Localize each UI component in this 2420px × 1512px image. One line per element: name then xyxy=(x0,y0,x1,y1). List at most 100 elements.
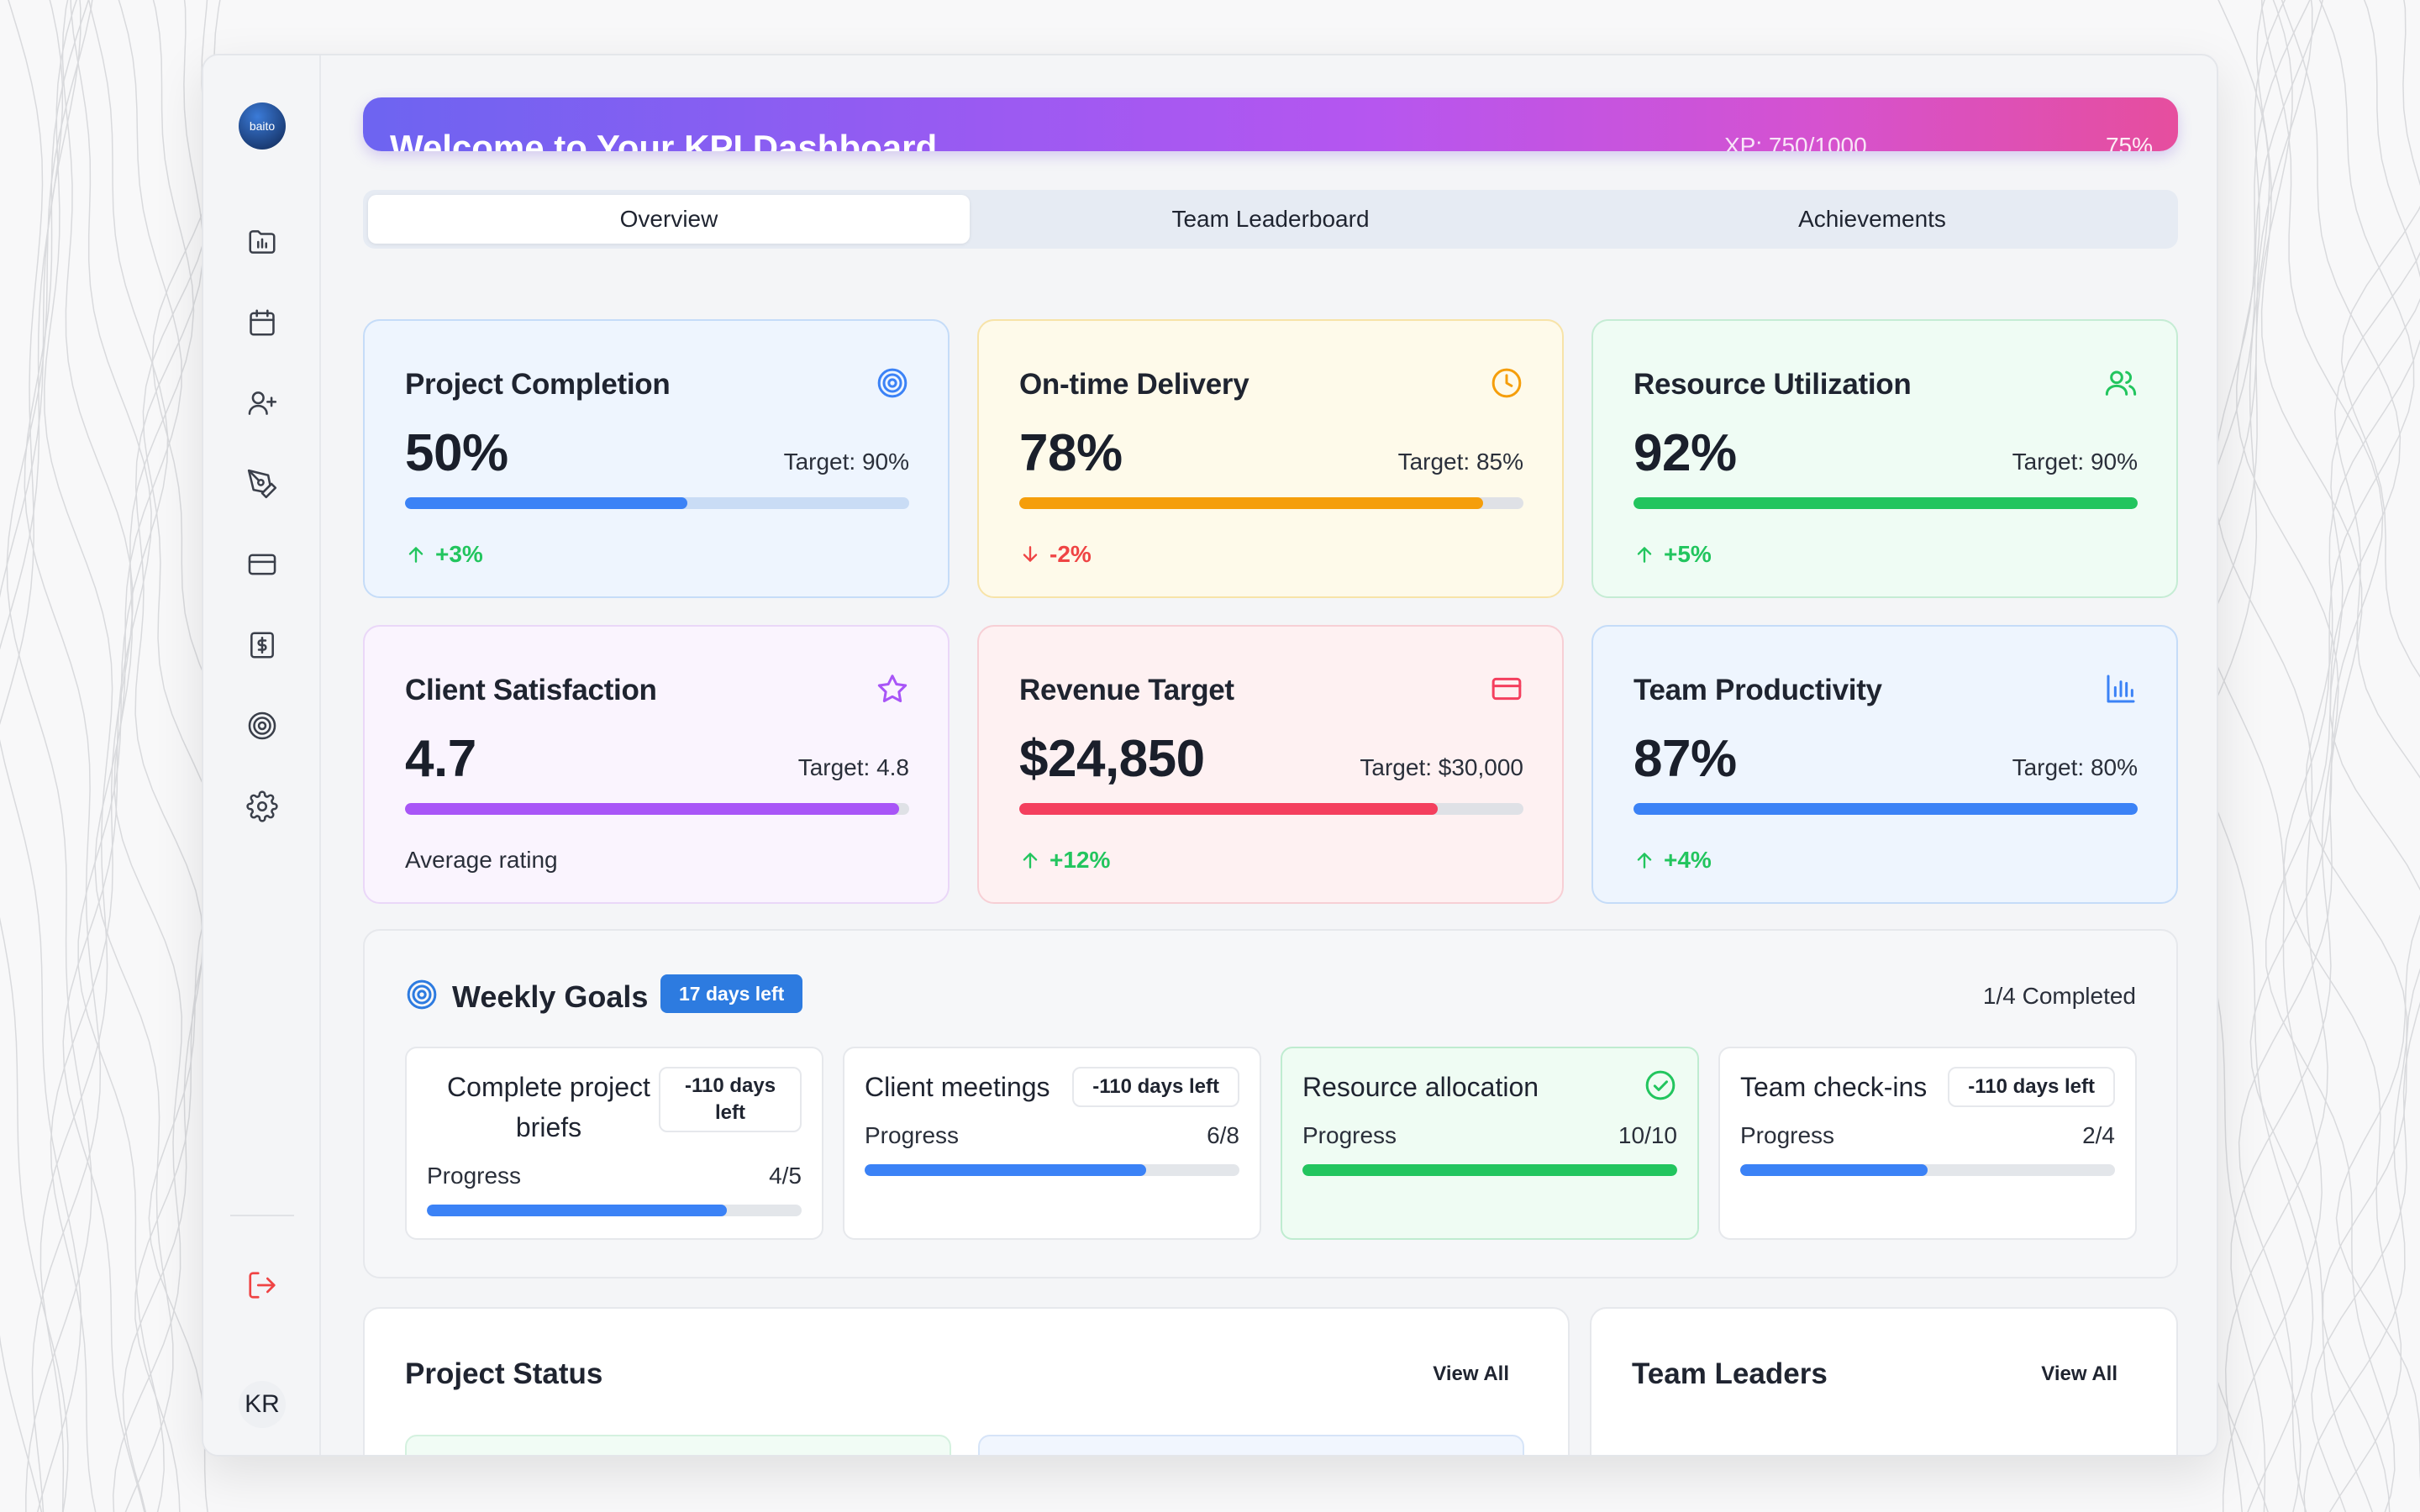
team-leaders-title: Team Leaders xyxy=(1632,1357,1828,1390)
goal-card-complete-project-briefs[interactable]: Complete project briefs -110 days left P… xyxy=(405,1047,823,1240)
tab-achievements[interactable]: Achievements xyxy=(1571,195,2173,244)
goal-progress-fill xyxy=(427,1205,727,1216)
bar-chart-icon xyxy=(2104,672,2138,706)
welcome-banner: Welcome to Your KPI Dashboard XP: 750/10… xyxy=(363,97,2178,151)
kpi-progress-fill xyxy=(1634,497,2138,509)
xp-percent: 75% xyxy=(2105,133,2153,151)
kpi-trend: +12% xyxy=(1019,847,1110,874)
kpi-progress-bar xyxy=(1019,497,1523,509)
pen-tool-icon[interactable] xyxy=(245,467,279,501)
goal-progress-value: 10/10 xyxy=(1618,1122,1677,1148)
goal-days-left-badge: -110 days left xyxy=(659,1067,802,1132)
contour-line xyxy=(77,0,169,1512)
tab-overview[interactable]: Overview xyxy=(368,195,970,244)
kpi-card-on-time-delivery[interactable]: On-time Delivery 78% Target: 85% -2% xyxy=(977,319,1564,598)
kpi-card-project-completion[interactable]: Project Completion 50% Target: 90% +3% xyxy=(363,319,950,598)
arrow-up-icon xyxy=(1634,849,1655,871)
contour-line xyxy=(2230,0,2339,1512)
kpi-value: 50% xyxy=(405,424,508,482)
kpi-trend: -2% xyxy=(1019,541,1092,568)
kpi-progress-fill xyxy=(1634,803,2138,815)
kpi-value: 92% xyxy=(1634,424,1737,482)
kpi-title: Project Completion xyxy=(405,368,671,401)
credit-card-icon[interactable] xyxy=(245,548,279,581)
app-logo[interactable]: baito xyxy=(239,102,286,150)
goal-progress-label: Progress xyxy=(427,1163,522,1189)
kpi-progress-bar xyxy=(405,497,909,509)
goal-progress-label: Progress xyxy=(1740,1122,1835,1148)
team-leaders-view-all-link[interactable]: View All xyxy=(2041,1362,2118,1386)
kpi-target: Target: 80% xyxy=(2012,754,2138,780)
goal-card-team-check-ins[interactable]: Team check-ins -110 days left Progress 2… xyxy=(1718,1047,2137,1240)
project-status-panel: Project Status View All xyxy=(363,1307,1570,1455)
add-user-icon[interactable] xyxy=(245,386,279,420)
goal-days-left-badge: -110 days left xyxy=(1948,1067,2115,1107)
kpi-card-team-productivity[interactable]: Team Productivity 87% Target: 80% +4% xyxy=(1591,625,2178,904)
goal-progress-fill xyxy=(1302,1164,1677,1176)
goal-progress-fill xyxy=(865,1164,1146,1176)
contour-line xyxy=(50,0,134,1512)
goals-completed-count: 1/4 Completed xyxy=(1982,983,2136,1009)
goal-progress-bar xyxy=(1302,1164,1677,1176)
goal-progress-value: 6/8 xyxy=(1207,1122,1239,1148)
kpi-trend-value: +4% xyxy=(1664,847,1712,873)
goal-card-resource-allocation[interactable]: Resource allocation Progress 10/10 xyxy=(1281,1047,1699,1240)
settings-gear-icon[interactable] xyxy=(245,790,279,823)
clock-icon xyxy=(1490,366,1523,400)
kpi-card-revenue-target[interactable]: Revenue Target $24,850 Target: $30,000 +… xyxy=(977,625,1564,904)
weekly-goals-title: Weekly Goals xyxy=(452,979,649,1014)
calendar-icon[interactable] xyxy=(245,306,279,339)
goal-progress-fill xyxy=(1740,1164,1928,1176)
logout-icon[interactable] xyxy=(245,1268,279,1302)
arrow-up-icon xyxy=(1634,543,1655,565)
app-window: baito KR Welcome to Your KPI Dashboard X… xyxy=(202,54,2218,1457)
users-icon xyxy=(2104,366,2138,400)
star-icon xyxy=(876,672,909,706)
kpi-value: 87% xyxy=(1634,730,1737,788)
goal-progress-bar xyxy=(1740,1164,2115,1176)
goal-progress-value: 4/5 xyxy=(769,1163,802,1189)
user-avatar[interactable]: KR xyxy=(239,1381,286,1428)
goal-progress-label: Progress xyxy=(1302,1122,1397,1148)
check-circle-icon xyxy=(1645,1070,1676,1100)
goal-card-client-meetings[interactable]: Client meetings -110 days left Progress … xyxy=(843,1047,1261,1240)
weekly-goals-panel: Weekly Goals 17 days left 1/4 Completed … xyxy=(363,929,2178,1278)
kpi-target: Target: 90% xyxy=(2012,449,2138,475)
kpi-trend-value: +12% xyxy=(1050,847,1111,873)
project-status-title: Project Status xyxy=(405,1357,603,1390)
arrow-down-icon xyxy=(1019,543,1041,565)
kpi-card-resource-utilization[interactable]: Resource Utilization 92% Target: 90% +5% xyxy=(1591,319,2178,598)
projects-folder-icon[interactable] xyxy=(245,225,279,259)
kpi-title: Resource Utilization xyxy=(1634,368,1912,401)
kpi-value: 4.7 xyxy=(405,730,476,788)
contour-line xyxy=(2335,205,2420,1482)
project-card[interactable] xyxy=(405,1435,951,1455)
kpi-target: Target: 90% xyxy=(783,449,909,475)
kpi-progress-bar xyxy=(1019,803,1523,815)
project-card[interactable] xyxy=(978,1435,1524,1455)
goal-days-left-badge: -110 days left xyxy=(1072,1067,1239,1107)
kpi-trend-value: +5% xyxy=(1664,541,1712,567)
kpi-title: Team Productivity xyxy=(1634,674,1882,706)
kpi-note: Average rating xyxy=(405,847,558,873)
goal-name: Resource allocation xyxy=(1302,1072,1539,1102)
target-icon[interactable] xyxy=(245,709,279,743)
tab-team-leaderboard[interactable]: Team Leaderboard xyxy=(970,195,1571,244)
kpi-progress-fill xyxy=(405,497,687,509)
kpi-trend-value: +3% xyxy=(435,541,483,567)
goal-name: Client meetings xyxy=(865,1072,1050,1102)
kpi-value: $24,850 xyxy=(1019,730,1205,788)
kpi-trend: +4% xyxy=(1634,847,1712,874)
kpi-card-client-satisfaction[interactable]: Client Satisfaction 4.7 Target: 4.8 Aver… xyxy=(363,625,950,904)
sidebar-divider xyxy=(230,1215,294,1216)
kpi-title: Revenue Target xyxy=(1019,674,1234,706)
dollar-receipt-icon[interactable] xyxy=(245,628,279,662)
project-status-view-all-link[interactable]: View All xyxy=(1433,1362,1509,1386)
contour-line xyxy=(2283,0,2415,1512)
kpi-progress-fill xyxy=(1019,497,1483,509)
kpi-trend-value: -2% xyxy=(1050,541,1092,567)
kpi-progress-bar xyxy=(405,803,909,815)
kpi-progress-bar xyxy=(1634,497,2138,509)
kpi-target: Target: 4.8 xyxy=(797,754,909,780)
dashboard-tabs: Overview Team Leaderboard Achievements xyxy=(363,190,2178,249)
